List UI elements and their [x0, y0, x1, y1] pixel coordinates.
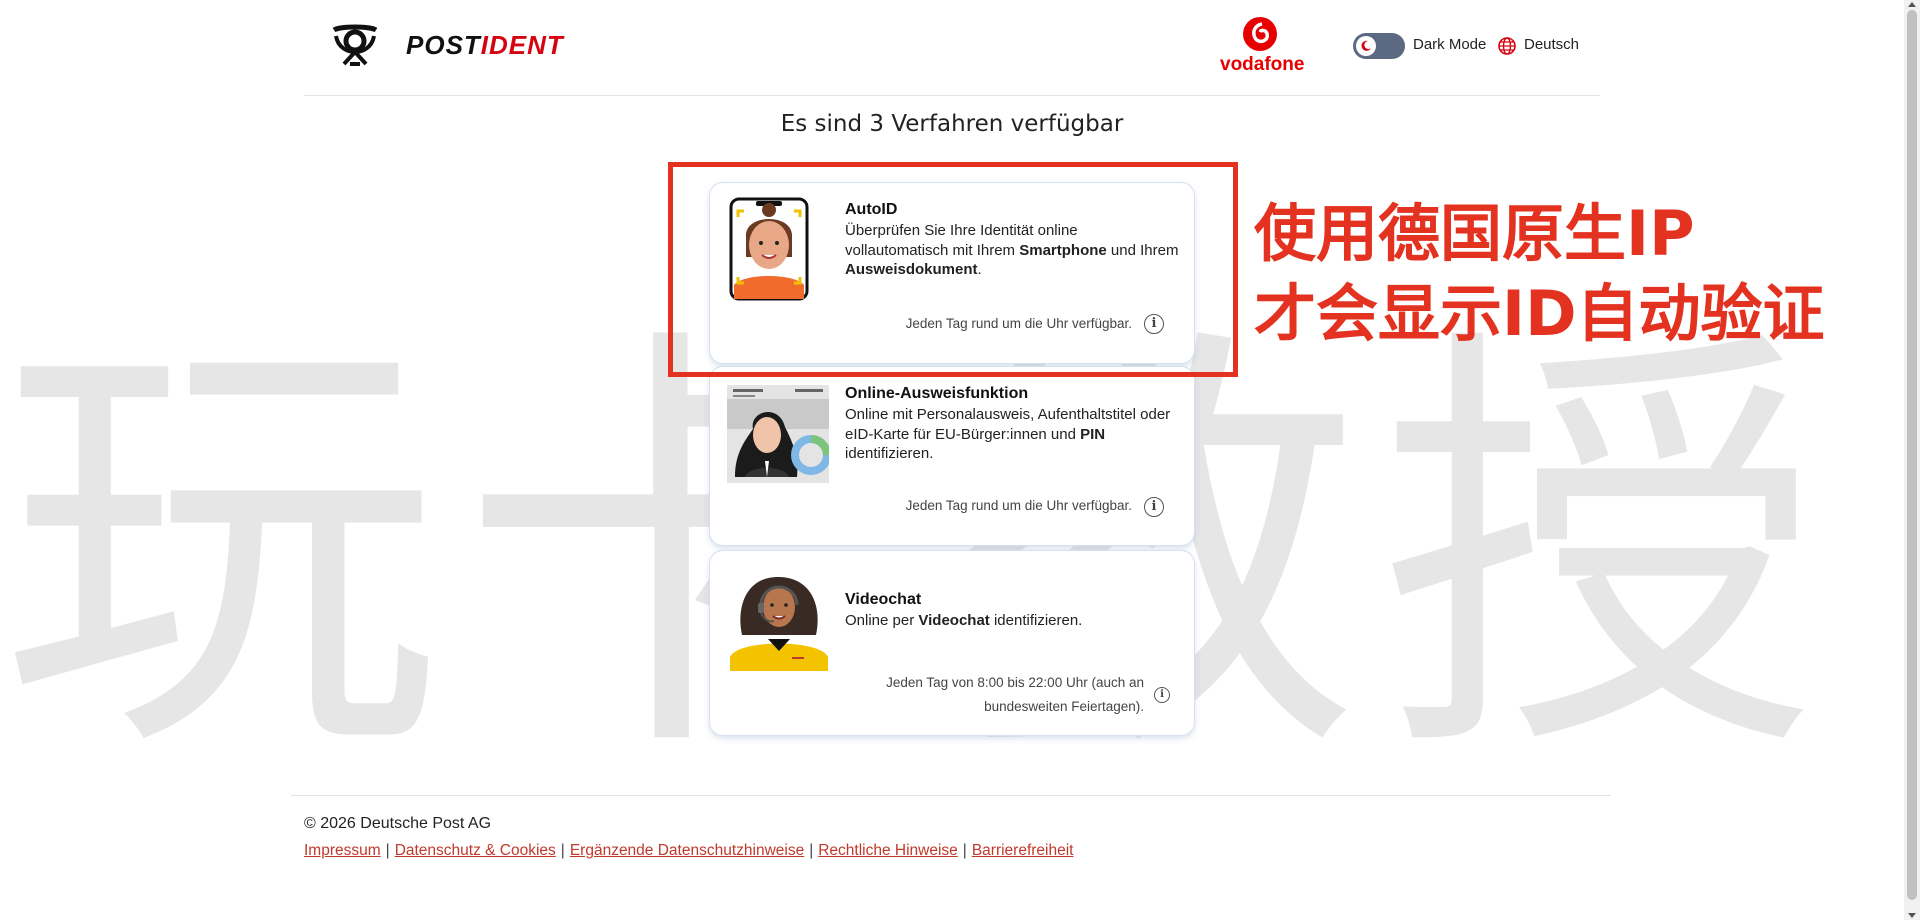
vodafone-speechmark-icon	[1243, 17, 1277, 51]
method-description: Online per Videochat identifizieren.	[845, 612, 1083, 629]
annotation-text: 使用德国原生IP 才会显示ID自动验证	[1254, 197, 1825, 350]
footer-link-barrierefreiheit[interactable]: Barrierefreiheit	[972, 842, 1074, 859]
info-icon[interactable]: i	[1154, 687, 1170, 703]
moon-icon	[1361, 40, 1371, 51]
dark-mode-label: Dark Mode	[1413, 36, 1487, 53]
scrollbar-thumb[interactable]	[1907, 10, 1917, 900]
globe-icon[interactable]	[1497, 36, 1517, 56]
dark-mode-toggle[interactable]	[1353, 33, 1405, 59]
footer-links: Impressum | Datenschutz & Cookies | Ergänzen…	[304, 842, 1073, 860]
method-title: Videochat	[845, 591, 922, 608]
toggle-knob	[1356, 36, 1376, 56]
footer-separator: |	[809, 842, 814, 859]
language-selector[interactable]: Deutsch	[1524, 36, 1579, 53]
scroll-down-icon[interactable]	[1908, 913, 1916, 918]
footer-link-ergaenzende-hinweise[interactable]: Ergänzende Datenschutzhinweise	[570, 842, 804, 859]
id-card-illustration	[727, 385, 829, 483]
footer-separator: |	[962, 842, 967, 859]
annotation-highlight-box	[668, 162, 1238, 377]
method-card-videochat[interactable]: Videochat Online per Videochat identifiz…	[709, 550, 1195, 736]
method-card-online-ausweis[interactable]: Online-Ausweisfunktion Online mit Person…	[709, 366, 1195, 546]
vodafone-logo: vodafone	[1220, 16, 1305, 76]
method-description: Online mit Personalausweis, Aufenthaltst…	[845, 406, 1171, 462]
header: POSTIDENT vodafone Dark Mode Deutsch	[304, 0, 1600, 96]
availability-text: Jeden Tag rund um die Uhr verfügbar.	[905, 498, 1132, 513]
method-title: Online-Ausweisfunktion	[845, 385, 1029, 402]
video-agent-illustration	[730, 577, 828, 671]
footer-link-datenschutz[interactable]: Datenschutz & Cookies	[395, 842, 556, 859]
page-title: Es sind 3 Verfahren verfügbar	[780, 111, 1124, 137]
vertical-scrollbar[interactable]	[1904, 0, 1920, 920]
footer-separator: |	[385, 842, 390, 859]
deutsche-post-horn-icon	[332, 24, 378, 66]
vodafone-wordmark: vodafone	[1220, 54, 1305, 75]
footer-separator: |	[560, 842, 565, 859]
footer-link-impressum[interactable]: Impressum	[304, 842, 381, 859]
info-icon[interactable]: i	[1144, 497, 1164, 517]
availability-text: Jeden Tag von 8:00 bis 22:00 Uhr (auch a…	[886, 675, 1144, 714]
copyright: © 2026 Deutsche Post AG	[304, 815, 492, 832]
footer-link-rechtliche-hinweise[interactable]: Rechtliche Hinweise	[818, 842, 958, 859]
scroll-up-icon[interactable]	[1908, 2, 1916, 7]
footer-divider	[291, 795, 1611, 796]
postident-logo[interactable]: POSTIDENT	[406, 30, 564, 61]
